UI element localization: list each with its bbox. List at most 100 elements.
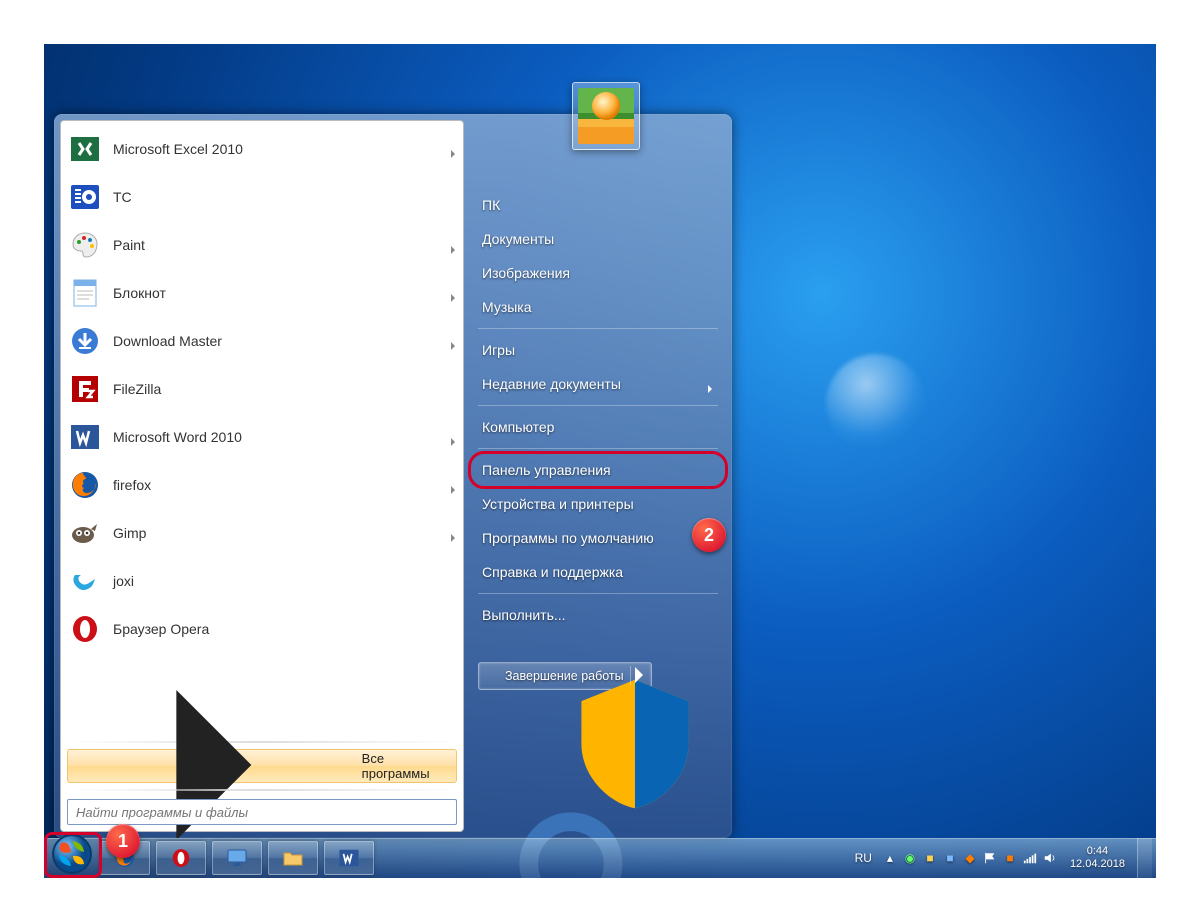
shutdown-options-button[interactable] — [630, 666, 647, 686]
show-desktop-button[interactable] — [1137, 838, 1152, 878]
caret-right-icon — [449, 481, 457, 489]
recent-programs-list: Microsoft Excel 2010 TC Paint Блокнот Downlo… — [61, 121, 463, 739]
right-pane-item-label: Музыка — [482, 299, 532, 315]
program-item[interactable]: Paint — [61, 221, 463, 269]
separator — [478, 405, 718, 406]
program-item[interactable]: Gimp — [61, 509, 463, 557]
all-programs-button[interactable]: Все программы — [67, 749, 457, 783]
language-indicator[interactable]: RU — [851, 851, 876, 865]
taskbar-item-word[interactable] — [324, 841, 374, 875]
program-item[interactable]: Блокнот — [61, 269, 463, 317]
right-pane-item-label: Недавние документы — [482, 376, 621, 392]
separator — [478, 328, 718, 329]
firefox-icon — [67, 467, 103, 503]
caret-right-icon — [449, 241, 457, 249]
caret-right-icon — [449, 529, 457, 537]
taskbar: RU ▴ ◉ ■ ■ ◆ ■ 0:44 12.04.2018 — [44, 838, 1156, 878]
excel-icon — [67, 131, 103, 167]
word-icon — [67, 419, 103, 455]
right-pane-item-label: Компьютер — [482, 419, 554, 435]
right-pane-item-label: Устройства и принтеры — [482, 496, 634, 512]
start-button[interactable] — [50, 832, 94, 876]
caret-right-icon — [631, 600, 647, 753]
right-pane-item[interactable]: ПК — [470, 188, 726, 222]
caret-right-icon — [706, 380, 714, 388]
right-pane-item-label: Выполнить... — [482, 607, 566, 623]
program-item-label: TC — [113, 189, 457, 205]
tray-clock[interactable]: 0:44 12.04.2018 — [1064, 845, 1131, 871]
right-pane-item[interactable]: Игры — [470, 333, 726, 367]
tray-volume-icon[interactable] — [1042, 850, 1058, 866]
program-item-label: Microsoft Word 2010 — [113, 429, 439, 445]
program-item[interactable]: Microsoft Excel 2010 — [61, 125, 463, 173]
program-item[interactable]: FileZilla — [61, 365, 463, 413]
program-item-label: Gimp — [113, 525, 439, 541]
right-pane-item[interactable]: Изображения — [470, 256, 726, 290]
start-menu-left-pane: Microsoft Excel 2010 TC Paint Блокнот Downlo… — [60, 120, 464, 832]
caret-right-icon — [449, 433, 457, 441]
right-pane-item[interactable]: Выполнить... — [470, 598, 726, 632]
annotation-callout-2: 2 — [692, 518, 726, 552]
tray-chevron-icon[interactable]: ▴ — [882, 850, 898, 866]
program-item-label: joxi — [113, 573, 457, 589]
tray-icon-row: ▴ ◉ ■ ■ ◆ ■ — [882, 850, 1058, 866]
joxi-icon — [67, 563, 103, 599]
program-item-label: Paint — [113, 237, 439, 253]
right-pane-item[interactable]: Музыка — [470, 290, 726, 324]
right-pane-item[interactable]: Устройства и принтеры — [470, 487, 726, 521]
shutdown-button[interactable]: Завершение работы — [478, 662, 652, 690]
right-pane-item-label: Панель управления — [482, 462, 611, 478]
tray-app-icon[interactable]: ■ — [1002, 850, 1018, 866]
right-pane-item[interactable]: Программы по умолчанию — [470, 521, 726, 555]
search-input[interactable] — [67, 799, 457, 825]
search-icon[interactable] — [435, 803, 453, 821]
opera-icon — [67, 611, 103, 647]
program-item[interactable]: firefox — [61, 461, 463, 509]
taskbar-item-opera[interactable] — [156, 841, 206, 875]
tc-icon — [67, 179, 103, 215]
caret-right-icon — [449, 289, 457, 297]
screenshot-stage: Microsoft Excel 2010 TC Paint Блокнот Downlo… — [44, 44, 1156, 878]
program-item-label: Microsoft Excel 2010 — [113, 141, 439, 157]
program-item-label: Блокнот — [113, 285, 439, 301]
program-item[interactable]: joxi — [61, 557, 463, 605]
dm-icon — [67, 323, 103, 359]
program-item[interactable]: Браузер Opera — [61, 605, 463, 653]
program-item[interactable]: Download Master — [61, 317, 463, 365]
system-tray: RU ▴ ◉ ■ ■ ◆ ■ 0:44 12.04.2018 — [851, 838, 1156, 878]
start-menu-right-pane: ПК ДокументыИзображения Музыка Игры Недавние… — [470, 120, 726, 832]
gimp-icon — [67, 515, 103, 551]
caret-right-icon — [449, 145, 457, 153]
tray-date-text: 12.04.2018 — [1070, 858, 1125, 871]
annotation-callout-1: 1 — [106, 824, 140, 858]
tray-app-icon[interactable]: ■ — [922, 850, 938, 866]
right-pane-item[interactable]: Справка и поддержка — [470, 555, 726, 589]
taskbar-item-explorer[interactable] — [268, 841, 318, 875]
shutdown-label: Завершение работы — [505, 669, 624, 683]
tray-network-icon[interactable] — [1022, 850, 1038, 866]
caret-right-icon — [449, 337, 457, 345]
right-pane-item[interactable]: Недавние документы — [470, 367, 726, 401]
right-pane-item[interactable]: Документы — [470, 222, 726, 256]
start-menu: Microsoft Excel 2010 TC Paint Блокнот Downlo… — [54, 114, 732, 838]
tray-app-icon[interactable]: ■ — [942, 850, 958, 866]
tray-action-center-icon[interactable] — [982, 850, 998, 866]
right-pane-item[interactable]: Компьютер — [470, 410, 726, 444]
shield-icon — [485, 669, 499, 683]
right-pane-item-label: Программы по умолчанию — [482, 530, 654, 546]
taskbar-item-computer[interactable] — [212, 841, 262, 875]
tray-app-icon[interactable]: ◆ — [962, 850, 978, 866]
program-item-label: FileZilla — [113, 381, 457, 397]
right-pane-item[interactable]: Панель управления — [470, 453, 726, 487]
program-item-label: Download Master — [113, 333, 439, 349]
paint-icon — [67, 227, 103, 263]
separator — [478, 448, 718, 449]
program-item[interactable]: TC — [61, 173, 463, 221]
tray-nvidia-icon[interactable]: ◉ — [902, 850, 918, 866]
right-pane-item-label: Справка и поддержка — [482, 564, 623, 580]
wallpaper-flare — [826, 354, 926, 454]
notepad-icon — [67, 275, 103, 311]
program-item[interactable]: Microsoft Word 2010 — [61, 413, 463, 461]
filezilla-icon — [67, 371, 103, 407]
right-pane-item-label: ПК — [482, 197, 500, 213]
